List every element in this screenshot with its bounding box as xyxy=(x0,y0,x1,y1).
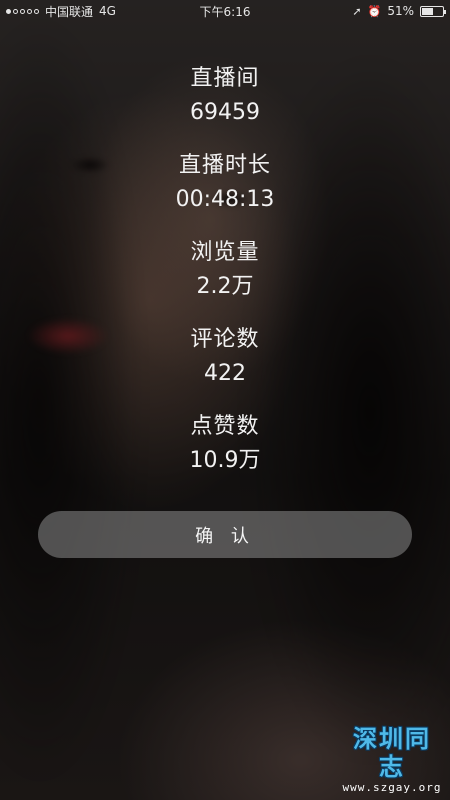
watermark-title: 深圳同志 xyxy=(353,724,431,781)
stat-label: 点赞数 xyxy=(190,414,260,439)
stat-value: 422 xyxy=(204,361,246,386)
stat-room-id: 直播间 69459 xyxy=(0,62,450,149)
stat-value: 69459 xyxy=(190,100,260,125)
stat-value: 2.2万 xyxy=(196,274,254,299)
live-end-screen: 中国联通 4G 下午6:16 ➚ ⏰ 51% 直播间 69459 直播时长 00… xyxy=(0,0,450,800)
stat-label: 评论数 xyxy=(190,327,260,352)
status-bar: 中国联通 4G 下午6:16 ➚ ⏰ 51% xyxy=(0,0,450,22)
watermark-logo: 深圳同志 www.szgay.org xyxy=(342,724,442,795)
stat-label: 直播时长 xyxy=(178,153,271,178)
stat-live-duration: 直播时长 00:48:13 xyxy=(0,149,450,236)
stat-comments: 评论数 422 xyxy=(0,323,450,410)
confirm-button[interactable]: 确 认 xyxy=(38,511,412,558)
status-time: 下午6:16 xyxy=(199,4,251,19)
stat-views: 浏览量 2.2万 xyxy=(0,236,450,323)
stat-label: 直播间 xyxy=(190,66,260,91)
stat-likes: 点赞数 10.9万 xyxy=(0,410,450,497)
live-stats: 直播间 69459 直播时长 00:48:13 浏览量 2.2万 评论数 422… xyxy=(0,62,450,497)
stat-value: 00:48:13 xyxy=(175,187,275,212)
stat-value: 10.9万 xyxy=(189,448,261,473)
watermark-url: www.szgay.org xyxy=(342,781,442,794)
battery-icon xyxy=(420,5,446,17)
stat-label: 浏览量 xyxy=(190,240,260,265)
